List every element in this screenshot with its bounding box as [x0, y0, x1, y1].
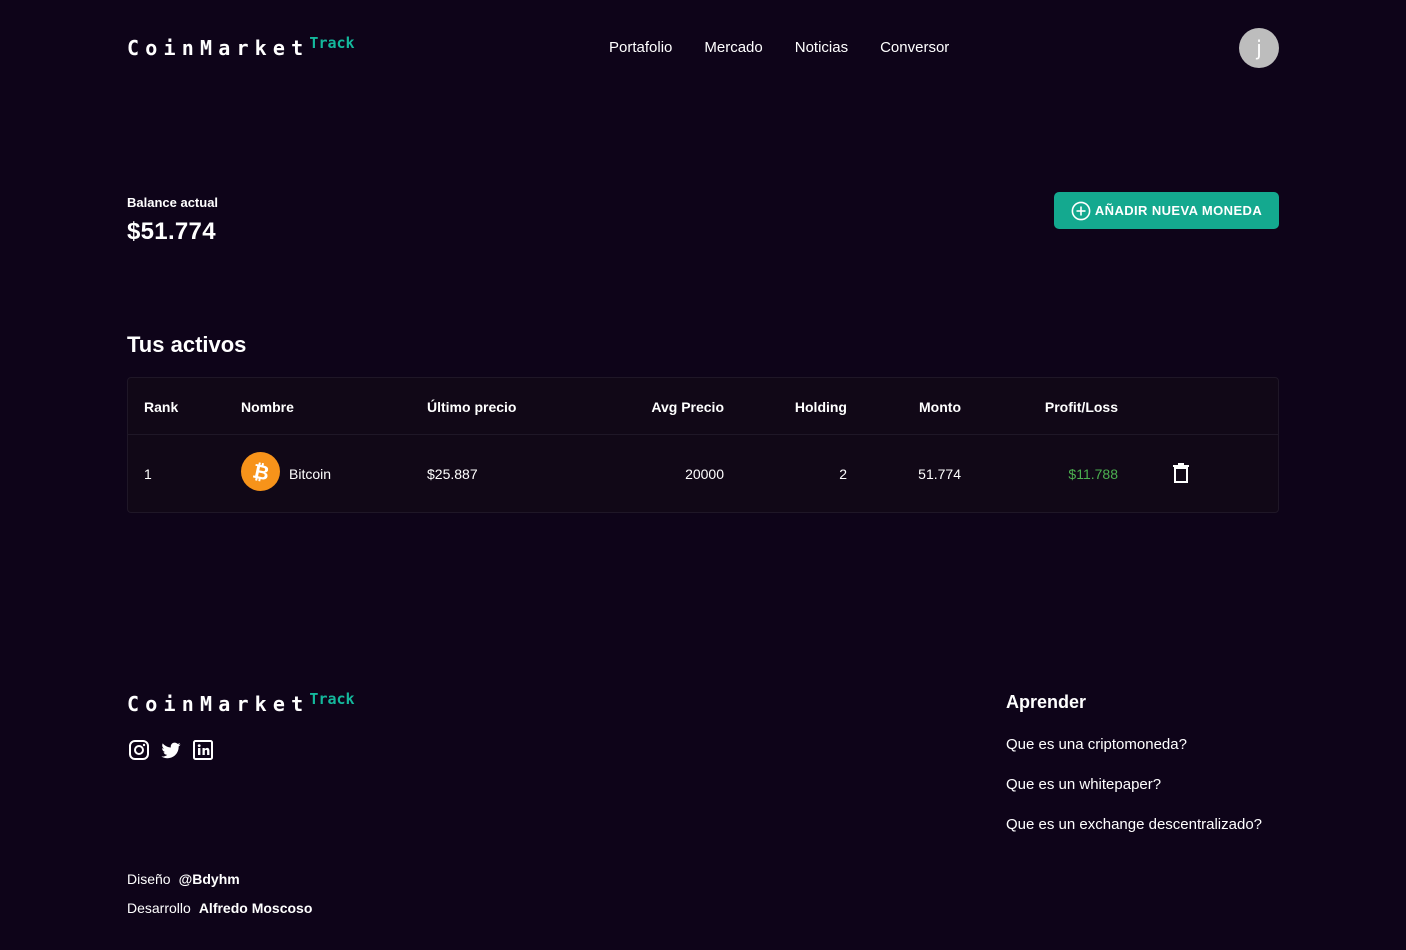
credit-design-label: Diseño [127, 871, 171, 887]
add-coin-button[interactable]: AÑADIR NUEVA MONEDA [1054, 192, 1279, 229]
learn-title: Aprender [1006, 692, 1087, 712]
credit-development-value[interactable]: Alfredo Moscoso [199, 900, 313, 916]
col-holding[interactable]: Holding [795, 399, 847, 415]
learn-link-exchange[interactable]: Que es un exchange descentralizado? [1006, 816, 1262, 833]
nav-mercado[interactable]: Mercado [704, 39, 762, 56]
balance-value: $51.774 [127, 218, 216, 245]
assets-table: Rank Nombre Último precio Avg Precio Hol… [127, 377, 1279, 513]
header-logo[interactable]: CoinMarket Track [127, 34, 355, 60]
delete-icon[interactable] [1172, 463, 1190, 483]
plus-circle-icon [1071, 201, 1091, 221]
col-profit-loss[interactable]: Profit/Loss [1045, 399, 1118, 415]
col-ultimo-precio[interactable]: Último precio [427, 399, 516, 415]
col-avg-precio[interactable]: Avg Precio [651, 399, 724, 415]
cell-last-price: $25.887 [427, 466, 478, 482]
add-coin-button-label: AÑADIR NUEVA MONEDA [1094, 203, 1263, 218]
cell-profit-loss: $11.788 [1068, 466, 1118, 482]
credit-development-label: Desarrollo [127, 900, 191, 916]
footer-logo[interactable]: CoinMarket Track [127, 690, 355, 716]
credit-design: Diseño @Bdyhm [127, 871, 240, 887]
svg-text:₿: ₿ [250, 460, 271, 484]
table-header: Rank Nombre Último precio Avg Precio Hol… [128, 378, 1278, 435]
col-rank[interactable]: Rank [144, 399, 178, 415]
assets-title: Tus activos [127, 332, 247, 357]
balance-label: Balance actual [127, 195, 219, 210]
social-links [128, 739, 214, 761]
twitter-icon[interactable] [160, 739, 182, 761]
cell-amount: 51.774 [918, 466, 961, 482]
learn-link-criptomoneda[interactable]: Que es una criptomoneda? [1006, 736, 1187, 753]
nav-portafolio[interactable]: Portafolio [609, 39, 672, 56]
footer-logo-main-text: CoinMarket [127, 692, 310, 716]
logo-sub-text: Track [309, 34, 355, 52]
avatar-letter: j [1256, 36, 1262, 60]
col-nombre[interactable]: Nombre [241, 399, 294, 415]
cell-name: Bitcoin [289, 466, 332, 482]
bitcoin-icon: ₿ [241, 452, 280, 491]
nav-noticias[interactable]: Noticias [795, 39, 848, 56]
credit-design-value[interactable]: @Bdyhm [179, 871, 240, 887]
linkedin-icon[interactable] [192, 739, 214, 761]
cell-holding: 2 [839, 466, 847, 482]
cell-avg-price: 20000 [685, 466, 724, 482]
avatar[interactable]: j [1239, 28, 1279, 68]
logo-main-text: CoinMarket [127, 36, 310, 60]
cell-rank: 1 [144, 466, 152, 482]
instagram-icon[interactable] [128, 739, 150, 761]
credit-development: Desarrollo Alfredo Moscoso [127, 900, 312, 916]
learn-link-whitepaper[interactable]: Que es un whitepaper? [1006, 776, 1161, 793]
footer-logo-sub-text: Track [309, 690, 355, 708]
col-monto[interactable]: Monto [919, 399, 961, 415]
main-nav: Portafolio Mercado Noticias Conversor [609, 39, 949, 56]
nav-conversor[interactable]: Conversor [880, 39, 949, 56]
